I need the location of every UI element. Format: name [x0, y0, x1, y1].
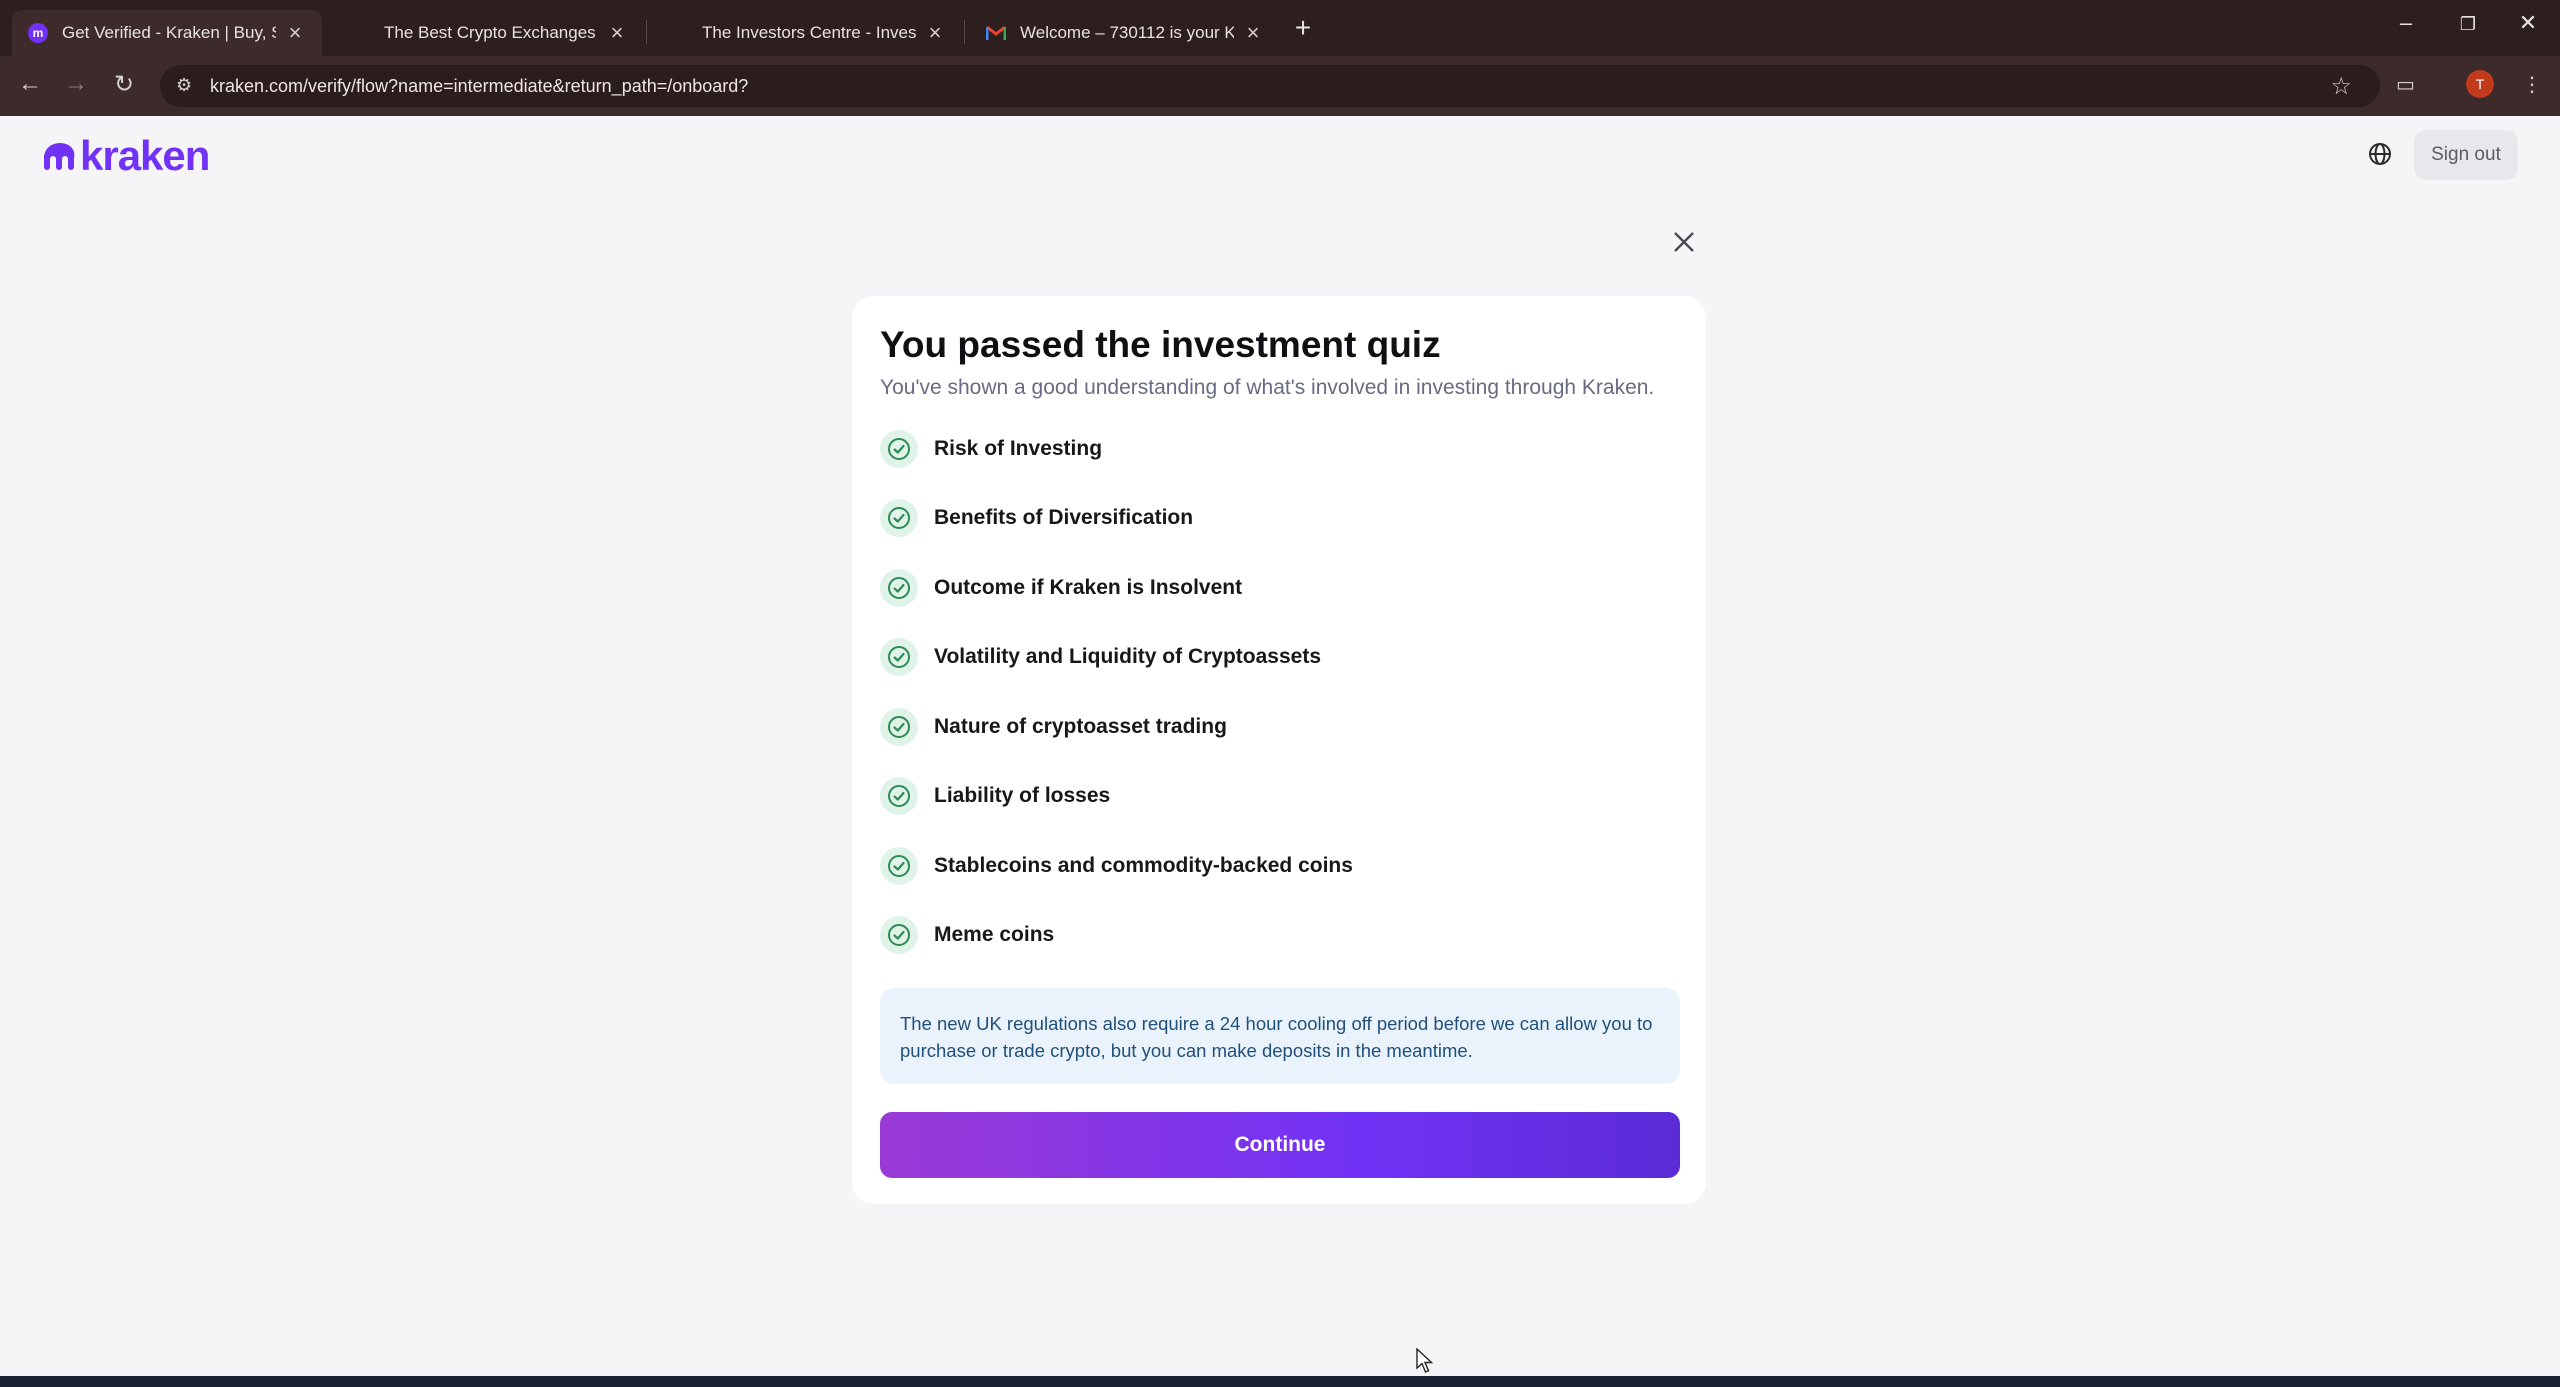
gmail-icon [986, 23, 1006, 43]
logo-text: kraken [80, 132, 210, 179]
quiz-subtitle: You've shown a good understanding of wha… [880, 376, 1655, 399]
tab-divider [646, 20, 647, 44]
browser-toolbar: ← → ↻ ⚙ kraken.com/verify/flow?name=inte… [0, 56, 2560, 116]
browser-tab-strip: m Get Verified - Kraken | Buy, Sell × Th… [0, 0, 2560, 56]
topic-item: Liability of losses [880, 762, 1680, 832]
os-taskbar [0, 1376, 2560, 1387]
check-circle-icon [880, 777, 918, 816]
kraken-favicon-icon: m [28, 23, 48, 43]
tab-best-crypto-exchanges[interactable]: The Best Crypto Exchanges in th × [334, 10, 644, 56]
topic-label: Outcome if Kraken is Insolvent [934, 575, 1243, 599]
continue-button[interactable]: Continue [880, 1112, 1680, 1178]
kraken-logo[interactable]: kraken [42, 132, 210, 180]
topic-list: Risk of Investing Benefits of Diversific… [880, 414, 1680, 970]
tab-title: Welcome – 730112 is your Krak [1020, 23, 1234, 42]
tab-divider [964, 20, 965, 44]
topic-label: Nature of cryptoasset trading [934, 714, 1227, 738]
quiz-result-card: You passed the investment quiz You've sh… [852, 296, 1706, 1204]
reload-icon[interactable]: ↻ [108, 70, 140, 99]
tab-close-icon[interactable]: × [284, 20, 306, 46]
site-settings-icon[interactable]: ⚙ [176, 75, 192, 96]
profile-avatar[interactable]: T [2466, 70, 2494, 98]
url-text[interactable]: kraken.com/verify/flow?name=intermediate… [210, 76, 748, 97]
restore-icon[interactable]: ❐ [2448, 14, 2488, 35]
cooling-off-notice: The new UK regulations also require a 24… [880, 988, 1680, 1084]
page-content: kraken Sign out You passed the investmen… [0, 116, 2560, 1376]
tab-close-icon[interactable]: × [1242, 20, 1264, 46]
topic-label: Meme coins [934, 923, 1055, 947]
language-globe-icon[interactable] [2366, 140, 2394, 168]
topic-item: Meme coins [880, 901, 1680, 971]
tab-title: The Best Crypto Exchanges in th [384, 23, 598, 42]
bookmark-star-icon[interactable]: ☆ [2330, 72, 2352, 101]
tab-close-icon[interactable]: × [924, 20, 946, 46]
page-favicon-icon [668, 23, 688, 43]
side-panel-icon[interactable]: ▭ [2396, 72, 2415, 97]
tab-get-verified[interactable]: m Get Verified - Kraken | Buy, Sell × [12, 10, 322, 56]
tab-close-icon[interactable]: × [606, 20, 628, 46]
mouse-cursor-icon [1416, 1348, 1434, 1373]
topic-item: Benefits of Diversification [880, 484, 1680, 554]
quiz-title: You passed the investment quiz [880, 324, 1441, 365]
sign-out-button[interactable]: Sign out [2414, 130, 2518, 180]
topic-item: Outcome if Kraken is Insolvent [880, 553, 1680, 623]
topic-label: Volatility and Liquidity of Cryptoassets [934, 645, 1321, 669]
address-bar[interactable]: ⚙ kraken.com/verify/flow?name=intermedia… [160, 65, 2380, 107]
minimize-icon[interactable]: – [2386, 10, 2426, 36]
browser-menu-icon[interactable]: ⋮ [2522, 72, 2542, 97]
check-circle-icon [880, 568, 918, 607]
tab-investors-centre[interactable]: The Investors Centre - Investing × [652, 10, 962, 56]
tab-title: Get Verified - Kraken | Buy, Sell [62, 23, 276, 42]
new-tab-icon[interactable]: + [1290, 12, 1316, 44]
topic-label: Liability of losses [934, 784, 1111, 808]
kraken-logo-icon [44, 143, 75, 170]
window-close-icon[interactable]: ✕ [2508, 10, 2548, 36]
page-favicon-icon [350, 23, 370, 43]
tab-gmail-welcome[interactable]: Welcome – 730112 is your Krak × [970, 10, 1280, 56]
back-icon[interactable]: ← [14, 70, 46, 98]
topic-label: Stablecoins and commodity-backed coins [934, 853, 1353, 877]
check-circle-icon [880, 916, 918, 955]
close-dialog-icon[interactable] [1670, 228, 1698, 256]
check-circle-icon [880, 707, 918, 746]
check-circle-icon [880, 638, 918, 677]
check-circle-icon [880, 846, 918, 885]
topic-label: Risk of Investing [934, 436, 1103, 460]
check-circle-icon [880, 499, 918, 538]
check-circle-icon [880, 429, 918, 468]
tab-title: The Investors Centre - Investing [702, 23, 916, 42]
forward-icon[interactable]: → [60, 70, 92, 98]
topic-item: Risk of Investing [880, 414, 1680, 484]
topic-item: Nature of cryptoasset trading [880, 692, 1680, 762]
topic-item: Volatility and Liquidity of Cryptoassets [880, 623, 1680, 693]
topic-label: Benefits of Diversification [934, 506, 1194, 530]
topic-item: Stablecoins and commodity-backed coins [880, 831, 1680, 901]
